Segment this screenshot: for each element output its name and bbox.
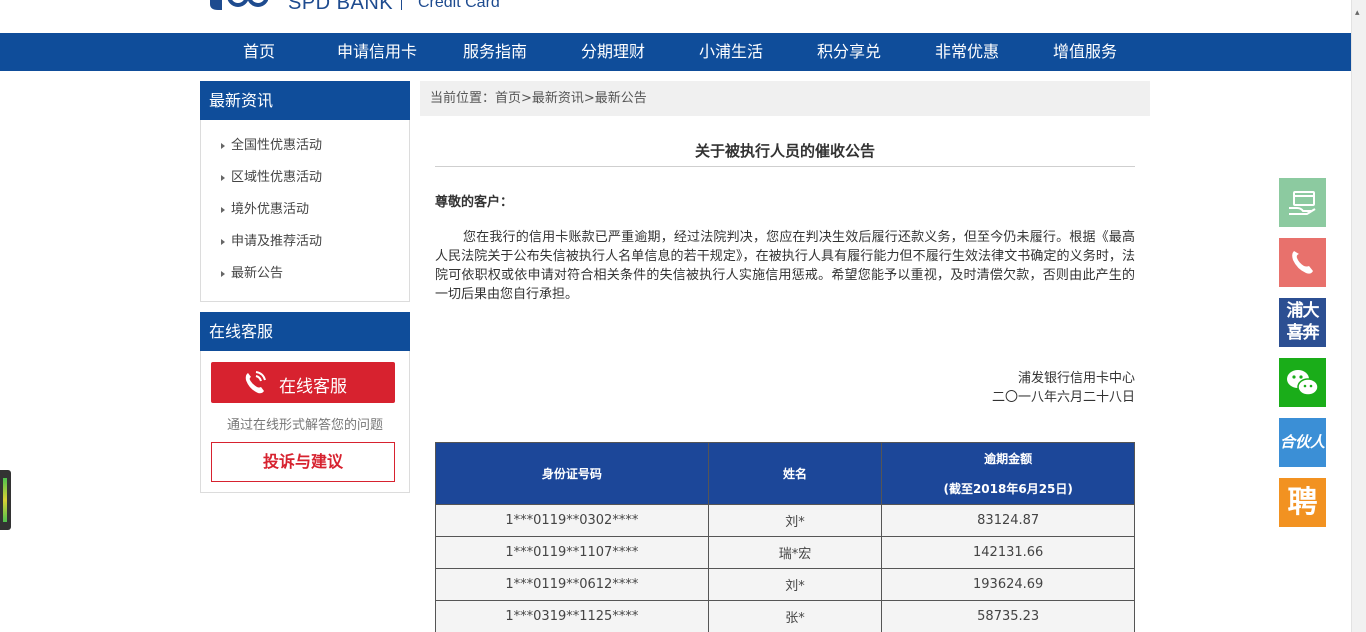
bullet-triangle-icon — [221, 175, 225, 181]
sidebar-item-referral[interactable]: 申请及推荐活动 — [201, 226, 409, 258]
main-nav: 首页 申请信用卡 服务指南 分期理财 小浦生活 积分享兑 非常优惠 增值服务 — [0, 33, 1351, 71]
pufa-dakaixin-icon[interactable]: 浦大喜奔 — [1279, 298, 1326, 347]
nav-service-guide[interactable]: 服务指南 — [436, 33, 554, 71]
sidebar-item-overseas[interactable]: 境外优惠活动 — [201, 194, 409, 226]
cell-amount: 83124.87 — [881, 504, 1135, 537]
logo-divider — [401, 0, 402, 10]
card-hand-icon[interactable] — [1279, 178, 1326, 227]
table-row: 1***0119**1107**** 瑞*宏 142131.66 — [435, 536, 1135, 569]
bullet-triangle-icon — [221, 239, 225, 245]
sidebar-item-announcements[interactable]: 最新公告 — [201, 258, 409, 290]
article-greeting: 尊敬的客户： — [435, 195, 514, 210]
nav-apply-card[interactable]: 申请信用卡 — [318, 33, 436, 71]
news-sidebar: 最新资讯 全国性优惠活动 区域性优惠活动 境外优惠活动 申请及推荐活动 最新公告 — [200, 81, 410, 302]
nav-points[interactable]: 积分享兑 — [790, 33, 908, 71]
table-row: 1***0119**0612**** 刘* 193624.69 — [435, 568, 1135, 601]
scroll-up-icon[interactable]: ▴ — [1355, 8, 1360, 18]
logo-text: SPD BANK — [288, 0, 394, 14]
logo-subtitle: Credit Card — [418, 0, 500, 11]
debtor-table: 身份证号码 姓名 逾期金额 (截至2018年6月25日) 1***0119**0… — [435, 442, 1135, 632]
nav-offers[interactable]: 非常优惠 — [908, 33, 1026, 71]
side-drawer-handle[interactable] — [0, 470, 11, 530]
col-header-amount: 逾期金额 (截至2018年6月25日) — [881, 442, 1135, 505]
partner-icon[interactable]: 合伙人 — [1279, 418, 1326, 467]
table-row: 1***0119**0302**** 刘* 83124.87 — [435, 504, 1135, 537]
wechat-icon[interactable] — [1279, 358, 1326, 407]
nav-life[interactable]: 小浦生活 — [672, 33, 790, 71]
sidebar-item-national[interactable]: 全国性优惠活动 — [201, 130, 409, 162]
site-header: SPD BANK Credit Card — [0, 0, 1351, 33]
cell-amount: 58735.23 — [881, 600, 1135, 632]
bullet-triangle-icon — [221, 207, 225, 213]
cell-name: 刘* — [707, 504, 883, 537]
cell-id: 1***0119**1107**** — [435, 536, 709, 569]
phone-icon[interactable] — [1279, 238, 1326, 287]
phone-icon — [245, 371, 266, 394]
nav-value-added[interactable]: 增值服务 — [1026, 33, 1144, 71]
nav-installment[interactable]: 分期理财 — [554, 33, 672, 71]
sidebar-item-regional[interactable]: 区域性优惠活动 — [201, 162, 409, 194]
cell-name: 瑞*宏 — [707, 536, 883, 569]
breadcrumb: 当前位置：首页>最新资讯>最新公告 — [420, 81, 1150, 116]
table-row: 1***0319**1125**** 张* 58735.23 — [435, 600, 1135, 632]
cell-name: 张* — [707, 600, 883, 632]
col-header-name: 姓名 — [707, 442, 883, 505]
spdb-logo-icon[interactable] — [208, 0, 268, 12]
cell-id: 1***0119**0302**** — [435, 504, 709, 537]
cs-sidebar: 在线客服 在线客服 通过在线形式解答您的问题 投诉与建议 — [200, 312, 410, 493]
vertical-scrollbar[interactable]: ▴ — [1351, 0, 1366, 632]
online-service-button[interactable]: 在线客服 — [211, 362, 395, 403]
cell-amount: 193624.69 — [881, 568, 1135, 601]
recruit-icon[interactable]: 聘 — [1279, 478, 1326, 527]
cs-description: 通过在线形式解答您的问题 — [226, 418, 383, 433]
news-sidebar-title: 最新资讯 — [200, 81, 410, 120]
bullet-triangle-icon — [221, 143, 225, 149]
article-body: 您在我行的信用卡账款已严重逾期，经过法院判决，您应在判决生效后履行还款义务，但至… — [435, 230, 1135, 302]
nav-home[interactable]: 首页 — [200, 33, 318, 71]
cell-id: 1***0319**1125**** — [435, 600, 709, 632]
cell-name: 刘* — [707, 568, 883, 601]
article-title: 关于被执行人员的催收公告 — [435, 140, 1135, 167]
cell-amount: 142131.66 — [881, 536, 1135, 569]
cs-sidebar-title: 在线客服 — [200, 312, 410, 351]
article-signature: 浦发银行信用卡中心 二〇一八年六月二十八日 — [835, 369, 1135, 407]
sign-org: 浦发银行信用卡中心 — [1017, 371, 1135, 386]
col-header-id: 身份证号码 — [435, 442, 709, 505]
complaint-button[interactable]: 投诉与建议 — [211, 442, 395, 482]
cell-id: 1***0119**0612**** — [435, 568, 709, 601]
sign-date: 二〇一八年六月二十八日 — [991, 390, 1135, 405]
bullet-triangle-icon — [221, 271, 225, 277]
